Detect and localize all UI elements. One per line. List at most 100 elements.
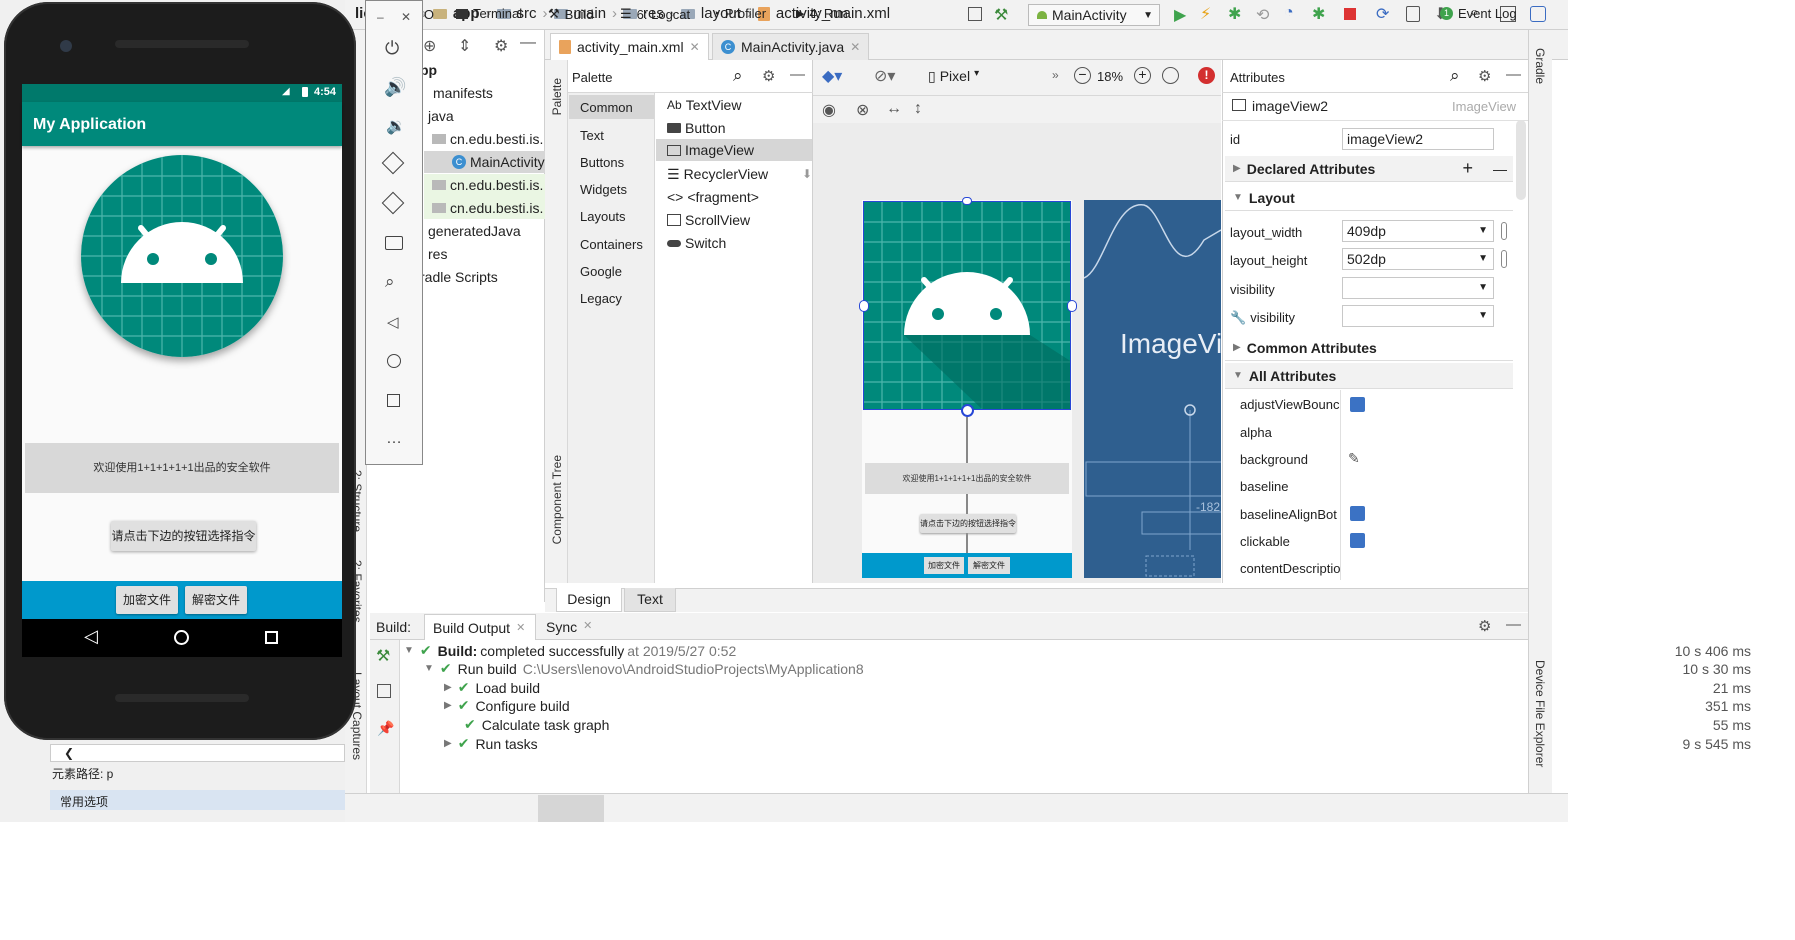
tool-window-device-file-explorer[interactable]: Device File Explorer (1533, 660, 1547, 767)
logcat-button[interactable]: ☰ 6: Logcat (620, 6, 690, 22)
width-handle[interactable] (1501, 222, 1507, 240)
sdk-icon[interactable] (968, 7, 982, 21)
visibility-field[interactable]: ▼ (1342, 277, 1494, 299)
decrypt-button[interactable]: 解密文件 (185, 586, 247, 614)
right-anchor-handle[interactable] (1067, 300, 1077, 312)
eye-icon[interactable]: ◉ (822, 100, 836, 120)
section-common[interactable]: ▶ Common Attributes (1225, 335, 1513, 361)
close-icon[interactable]: ✕ (690, 40, 700, 54)
palette-category-google[interactable]: Google (580, 264, 622, 279)
palette-side-tab[interactable]: Palette (550, 78, 564, 115)
close-icon[interactable]: ✕ (516, 621, 525, 634)
tree-item-res[interactable]: res (428, 243, 447, 265)
palette-category-text[interactable]: Text (580, 128, 604, 143)
tree-item-mainactivity[interactable]: C MainActivity (452, 151, 545, 173)
run-icon[interactable]: ▶ (1174, 5, 1186, 25)
tree-item-gradle-scripts[interactable]: radle Scripts (420, 266, 498, 288)
palette-item-imageview[interactable]: ImageView (667, 139, 812, 161)
scroll-left-icon[interactable]: ❮ (64, 746, 74, 760)
palette-item-recyclerview[interactable]: ☰ RecyclerView ⬇ (667, 163, 812, 185)
build-row-tasks[interactable]: ▶ ✔ Run tasks (444, 735, 538, 752)
hide-icon[interactable]: — (520, 34, 536, 52)
profile-icon[interactable]: ◔ (1284, 4, 1294, 22)
close-icon[interactable]: ✕ (850, 40, 860, 54)
top-anchor-handle[interactable] (962, 197, 972, 205)
tree-item-package-test[interactable]: cn.edu.besti.is. (432, 174, 543, 196)
tab-design[interactable]: Design (556, 588, 622, 612)
layout-width-field[interactable]: 409dp ▼ (1342, 220, 1494, 242)
blueprint-view[interactable] (1084, 200, 1221, 578)
component-tree-side-tab[interactable]: Component Tree (550, 455, 564, 544)
settings-icon[interactable]: ⚙ (494, 36, 508, 56)
volume-up-icon[interactable]: 🔊 (384, 77, 406, 98)
palette-item-textview[interactable]: Ab TextView (667, 94, 812, 116)
section-all[interactable]: ▼ All Attributes (1225, 363, 1513, 389)
palette-item-fragment[interactable]: <> <fragment> (667, 186, 812, 208)
pin-icon[interactable]: 📌 (377, 720, 394, 737)
palette-category-buttons[interactable]: Buttons (580, 155, 624, 170)
tool-window-gradle[interactable]: Gradle (1533, 48, 1547, 84)
locate-icon[interactable]: ⊕ (423, 36, 436, 56)
left-anchor-handle[interactable] (859, 300, 869, 312)
layers-icon[interactable]: ◆▾ (822, 66, 842, 86)
build-button[interactable]: ⚒ Build (548, 6, 594, 22)
attributes-scrollbar[interactable] (1516, 120, 1526, 200)
event-log-button[interactable]: 1 Event Log (1440, 6, 1517, 21)
hide-icon[interactable]: — (1506, 616, 1521, 633)
tools-visibility-field[interactable]: ▼ (1342, 305, 1494, 327)
selected-imageview[interactable] (863, 201, 1071, 410)
run-config-select[interactable]: MainActivity ▼ (1028, 4, 1160, 26)
stop-icon[interactable] (1344, 8, 1356, 20)
section-declared[interactable]: ▶ Declared Attributes + — (1225, 156, 1513, 182)
error-icon[interactable]: ! (1198, 67, 1215, 84)
prompt-button[interactable]: 请点击下边的按钮选择指令 (111, 521, 256, 551)
expand-vertical-icon[interactable]: ↕ (914, 100, 922, 118)
debug-icon[interactable]: ✱ (1228, 4, 1241, 24)
close-icon[interactable]: ✕ (583, 619, 592, 635)
toggle-view-icon[interactable] (377, 684, 391, 698)
settings-icon[interactable]: ⚙ (1478, 67, 1491, 85)
search-icon[interactable]: ⌕ (733, 66, 743, 86)
preview-prompt-button[interactable]: 请点击下边的按钮选择指令 (920, 514, 1016, 533)
apply-changes-icon[interactable]: ⚡ (1200, 4, 1211, 24)
back-icon[interactable]: ◁ (387, 313, 399, 331)
profiler-button[interactable]: ◔ Profiler (712, 6, 766, 21)
encrypt-button[interactable]: 加密文件 (116, 586, 178, 614)
build-row-run[interactable]: ▼ ✔ Run build C:\Users\lenovo\AndroidStu… (424, 660, 864, 677)
home-icon[interactable] (387, 354, 401, 368)
more-icon[interactable]: … (386, 430, 402, 448)
checkbox-indeterminate-icon[interactable] (1350, 397, 1365, 412)
zoom-fit-icon[interactable] (1162, 67, 1179, 84)
palette-category-widgets[interactable]: Widgets (580, 182, 627, 197)
sync-icon[interactable]: ⟳ (1376, 4, 1389, 24)
magnet-icon[interactable]: ⊗ (856, 100, 869, 120)
nav-home-icon[interactable] (174, 630, 189, 645)
orientation-icon[interactable]: ⊘▾ (874, 66, 895, 86)
run-button[interactable]: ▶ 4: Run (796, 6, 848, 21)
device-select[interactable]: ▯ Pixel ▾ (928, 68, 979, 85)
close-icon[interactable]: ✕ (401, 10, 411, 24)
id-field[interactable]: imageView2 (1342, 128, 1494, 150)
nav-back-icon[interactable]: ◁ (84, 626, 98, 647)
search-icon[interactable]: ⌕ (1450, 66, 1460, 86)
palette-item-button[interactable]: Button (667, 117, 812, 139)
checkbox-indeterminate-icon[interactable] (1350, 506, 1365, 521)
layout-height-field[interactable]: 502dp ▼ (1342, 248, 1494, 270)
chevron-down-icon[interactable]: ▼ (1478, 278, 1488, 298)
palette-category-common[interactable]: Common (580, 100, 633, 115)
tree-item-package-androidtest[interactable]: cn.edu.besti.is. (432, 197, 543, 219)
tree-item-generatedjava[interactable]: generatedJava (428, 220, 521, 242)
settings-icon[interactable]: ⚙ (1478, 617, 1491, 635)
tree-item-manifests[interactable]: manifests (428, 82, 493, 104)
color-picker-icon[interactable]: ✎ (1348, 450, 1360, 467)
tab-mainactivity-java[interactable]: C MainActivity.java ✕ (712, 33, 870, 60)
preview-encrypt-button[interactable]: 加密文件 (924, 557, 964, 574)
build-row-task-graph[interactable]: ✔ Calculate task graph (464, 716, 609, 733)
tab-sync[interactable]: Sync ✕ (546, 619, 592, 635)
palette-category-containers[interactable]: Containers (580, 237, 643, 252)
remove-icon[interactable]: — (1493, 161, 1507, 177)
overflow-icon[interactable]: » (1052, 68, 1059, 82)
nav-overview-icon[interactable] (265, 631, 278, 644)
debug-attach-icon[interactable]: ✱ (1312, 4, 1325, 24)
palette-category-legacy[interactable]: Legacy (580, 291, 622, 306)
